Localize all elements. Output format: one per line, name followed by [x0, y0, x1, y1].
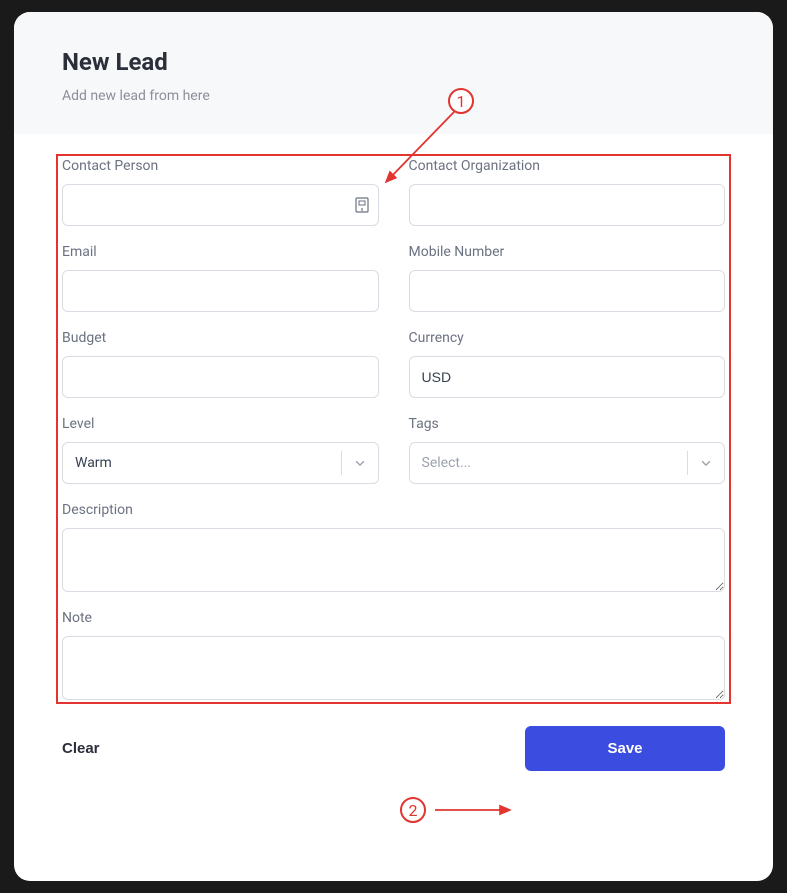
- currency-label: Currency: [409, 330, 726, 346]
- chevron-down-icon: [342, 456, 378, 470]
- description-textarea[interactable]: [62, 528, 725, 592]
- modal-header: New Lead Add new lead from here: [14, 12, 773, 134]
- clear-button[interactable]: Clear: [62, 740, 100, 757]
- budget-input[interactable]: [62, 356, 379, 398]
- modal-body: Contact Person Contact Organization Emai…: [14, 134, 773, 700]
- currency-input[interactable]: [409, 356, 726, 398]
- save-button[interactable]: Save: [525, 726, 725, 771]
- description-label: Description: [62, 502, 725, 518]
- mobile-number-label: Mobile Number: [409, 244, 726, 260]
- tags-label: Tags: [409, 416, 726, 432]
- budget-label: Budget: [62, 330, 379, 346]
- email-input[interactable]: [62, 270, 379, 312]
- mobile-number-input[interactable]: [409, 270, 726, 312]
- level-select[interactable]: Warm: [62, 442, 379, 484]
- level-select-value: Warm: [63, 455, 341, 471]
- modal-subtitle: Add new lead from here: [62, 88, 725, 104]
- note-textarea[interactable]: [62, 636, 725, 700]
- contact-person-input[interactable]: [62, 184, 379, 226]
- chevron-down-icon: [688, 456, 724, 470]
- tags-select[interactable]: Select...: [409, 442, 726, 484]
- new-lead-modal: New Lead Add new lead from here Contact …: [14, 12, 773, 881]
- tags-select-placeholder: Select...: [410, 455, 688, 471]
- form-area: Contact Person Contact Organization Emai…: [62, 158, 725, 700]
- contact-organization-label: Contact Organization: [409, 158, 726, 174]
- level-label: Level: [62, 416, 379, 432]
- note-label: Note: [62, 610, 725, 626]
- modal-title: New Lead: [62, 48, 725, 76]
- contact-organization-input[interactable]: [409, 184, 726, 226]
- contact-person-label: Contact Person: [62, 158, 379, 174]
- email-label: Email: [62, 244, 379, 260]
- modal-footer: Clear Save: [14, 706, 773, 795]
